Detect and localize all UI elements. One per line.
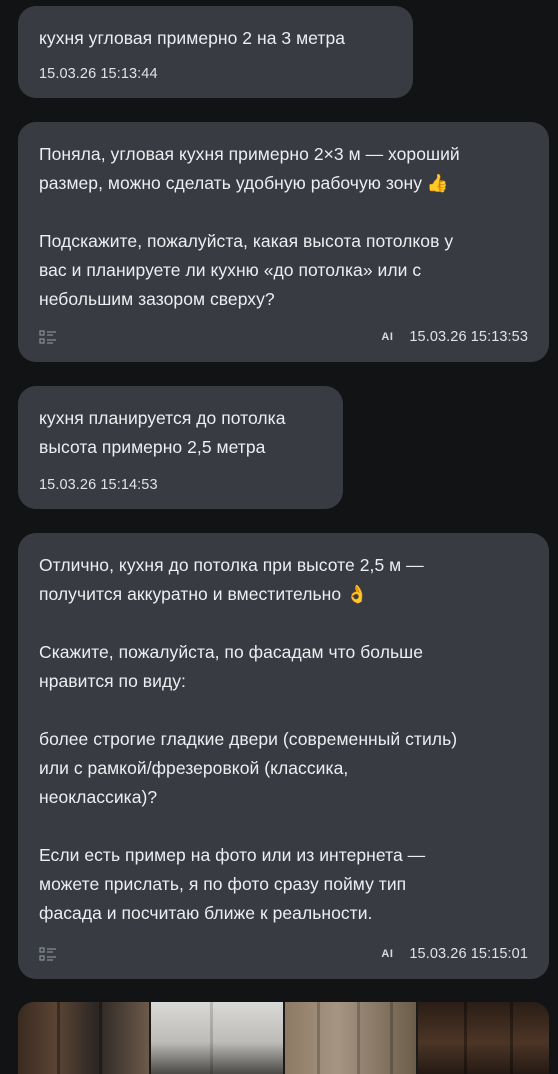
ai-message: Отлично, кухня до потолка при высоте 2,5… <box>18 533 549 979</box>
list-icon[interactable] <box>39 329 57 345</box>
message-timestamp: 15.03.26 15:15:01 <box>409 946 528 962</box>
message-timestamp: 15.03.26 15:13:44 <box>39 66 158 82</box>
ai-badge: AI <box>381 948 394 960</box>
message-timestamp: 15.03.26 15:14:53 <box>39 477 158 493</box>
kitchen-photo[interactable] <box>284 1002 416 1074</box>
chat-thread: кухня угловая примерно 2 на 3 метра 15.0… <box>0 0 558 1074</box>
message-text: Поняла, угловая кухня примерно 2×3 м — х… <box>39 144 460 309</box>
ai-badge: AI <box>381 331 394 343</box>
user-message: кухня угловая примерно 2 на 3 метра 15.0… <box>18 6 413 98</box>
kitchen-photo[interactable] <box>151 1002 283 1074</box>
message-text: Отлично, кухня до потолка при высоте 2,5… <box>39 555 458 923</box>
ai-message: Поняла, угловая кухня примерно 2×3 м — х… <box>18 122 549 362</box>
message-text: кухня планируется до потолка высота прим… <box>39 408 286 457</box>
message-timestamp: 15.03.26 15:13:53 <box>409 329 528 345</box>
user-message: кухня планируется до потолка высота прим… <box>18 386 343 509</box>
image-gallery[interactable] <box>18 1002 549 1074</box>
kitchen-photo[interactable] <box>18 1002 150 1074</box>
kitchen-photo[interactable] <box>417 1002 549 1074</box>
message-text: кухня угловая примерно 2 на 3 метра <box>39 28 346 48</box>
message-meta: AI 15.03.26 15:15:01 <box>39 945 528 963</box>
message-meta: AI 15.03.26 15:13:53 <box>39 328 528 346</box>
list-icon[interactable] <box>39 946 57 962</box>
